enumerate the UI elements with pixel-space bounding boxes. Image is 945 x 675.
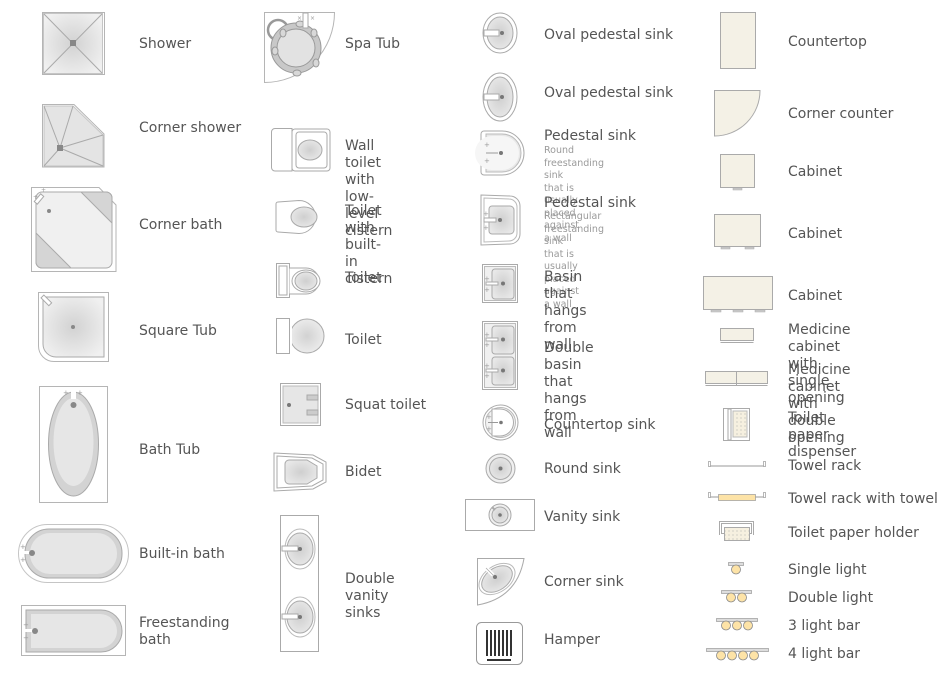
countertop-sink-icon: ++ bbox=[482, 404, 519, 441]
item-label: Double light bbox=[788, 590, 874, 606]
item-label: Toilet bbox=[345, 270, 382, 286]
toilet-paper-dispenser-icon bbox=[723, 408, 750, 441]
oval-pedestal-sink-icon bbox=[482, 12, 518, 54]
svg-text:×: × bbox=[310, 15, 315, 22]
item-label: 3 light bar bbox=[788, 618, 861, 634]
corner-bath-icon: ++ bbox=[31, 187, 117, 272]
double-vanity-sinks-icon bbox=[280, 515, 319, 652]
svg-text:+: + bbox=[23, 634, 29, 642]
medicine-cabinet-double-icon bbox=[705, 371, 768, 386]
item-label: Cabinet bbox=[788, 226, 843, 242]
shower-icon bbox=[42, 12, 105, 75]
item-label: Cabinet bbox=[788, 288, 843, 304]
item-label: Corner sink bbox=[544, 574, 624, 590]
cabinet-medium-icon bbox=[714, 214, 761, 250]
item-label: Corner bath bbox=[139, 217, 223, 233]
wall-toilet-icon bbox=[271, 128, 331, 172]
double-light-icon bbox=[721, 590, 752, 603]
item-label: Shower bbox=[139, 36, 192, 52]
svg-text:+: + bbox=[484, 157, 490, 165]
toilet-paper-holder-icon bbox=[719, 521, 754, 541]
item-label: Squat toilet bbox=[345, 397, 427, 413]
svg-text:+: + bbox=[33, 194, 38, 201]
item-label: Cabinet bbox=[788, 164, 843, 180]
corner-sink-icon bbox=[477, 558, 525, 606]
item-label: Square Tub bbox=[139, 323, 217, 339]
oval-pedestal-sink-2-icon bbox=[482, 72, 518, 122]
item-label: Oval pedestal sink bbox=[544, 27, 674, 43]
svg-text:+: + bbox=[484, 372, 490, 380]
three-light-bar-icon bbox=[716, 618, 758, 631]
item-label: Countertop bbox=[788, 34, 867, 50]
pedestal-sink-round-icon: ++ bbox=[475, 130, 525, 176]
svg-text:+: + bbox=[20, 543, 26, 551]
towel-rack-icon bbox=[708, 461, 766, 467]
pedestal-sink-rect-icon: ++ bbox=[480, 194, 521, 246]
svg-text:+: + bbox=[23, 621, 29, 629]
item-label: Spa Tub bbox=[345, 36, 400, 52]
item-label: 4 light bar bbox=[788, 646, 861, 662]
bidet-icon bbox=[273, 452, 327, 492]
item-label: Countertop sink bbox=[544, 417, 656, 433]
freestanding-bath-icon: ++ bbox=[21, 605, 126, 656]
vanity-sink-icon bbox=[465, 499, 535, 531]
toilet-round-icon bbox=[276, 318, 325, 354]
item-label: Vanity sink bbox=[544, 509, 621, 525]
item-label: Freestanding bath bbox=[139, 615, 230, 648]
four-light-bar-icon bbox=[706, 648, 769, 661]
item-label: Toilet paper holder bbox=[788, 525, 919, 541]
double-wall-basin-icon: + + + + bbox=[482, 321, 518, 390]
cabinet-large-icon bbox=[703, 276, 773, 313]
item-label: Single light bbox=[788, 562, 867, 578]
svg-text:+: + bbox=[77, 389, 83, 397]
svg-text:+: + bbox=[486, 425, 492, 433]
item-label: Pedestal sink bbox=[544, 195, 636, 211]
item-label: Bath Tub bbox=[139, 442, 201, 458]
item-label: Corner shower bbox=[139, 120, 242, 136]
svg-text:+: + bbox=[484, 362, 490, 370]
round-sink-icon bbox=[485, 453, 516, 484]
svg-text:+: + bbox=[486, 413, 492, 421]
corner-shower-icon bbox=[42, 104, 105, 168]
hamper-icon bbox=[476, 622, 523, 665]
cabinet-small-icon bbox=[720, 154, 755, 191]
svg-text:+: + bbox=[63, 389, 69, 397]
item-label: Hamper bbox=[544, 632, 600, 648]
svg-text:+: + bbox=[484, 286, 490, 294]
svg-text:+: + bbox=[484, 141, 490, 149]
svg-text:+: + bbox=[20, 556, 26, 564]
corner-counter-icon bbox=[714, 90, 761, 137]
svg-text:+: + bbox=[484, 331, 490, 339]
svg-text:×: × bbox=[297, 15, 302, 22]
built-in-bath-icon: ++ bbox=[18, 524, 129, 583]
squat-toilet-icon bbox=[280, 383, 321, 426]
spa-tub-icon: × × bbox=[264, 12, 336, 84]
item-label: Pedestal sink bbox=[544, 128, 636, 144]
item-label: Built-in bath bbox=[139, 546, 225, 562]
toilet-icon bbox=[276, 263, 321, 298]
toilet-built-in-cistern-icon bbox=[275, 199, 318, 235]
item-label: Oval pedestal sink bbox=[544, 85, 674, 101]
wall-basin-icon: ++ bbox=[482, 264, 518, 303]
svg-text:+: + bbox=[483, 224, 489, 232]
single-light-icon bbox=[728, 562, 744, 575]
countertop-icon bbox=[720, 12, 756, 69]
item-label: Toilet bbox=[345, 332, 382, 348]
item-label: Corner counter bbox=[788, 106, 894, 122]
medicine-cabinet-single-icon bbox=[720, 328, 754, 343]
item-label: Bidet bbox=[345, 464, 382, 480]
svg-text:+: + bbox=[484, 341, 490, 349]
svg-text:+: + bbox=[483, 210, 489, 218]
item-label: Towel rack bbox=[788, 458, 862, 474]
item-label: Toilet paper dispenser bbox=[788, 410, 857, 460]
towel-rack-with-towel-icon bbox=[708, 492, 766, 501]
square-tub-icon bbox=[38, 292, 109, 362]
item-label: Round sink bbox=[544, 461, 621, 477]
svg-text:+: + bbox=[41, 187, 46, 194]
item-label: Double vanity sinks bbox=[345, 571, 395, 621]
svg-text:+: + bbox=[484, 275, 490, 283]
bath-tub-icon: + + bbox=[39, 386, 108, 503]
item-label: Towel rack with towel bbox=[788, 491, 938, 507]
